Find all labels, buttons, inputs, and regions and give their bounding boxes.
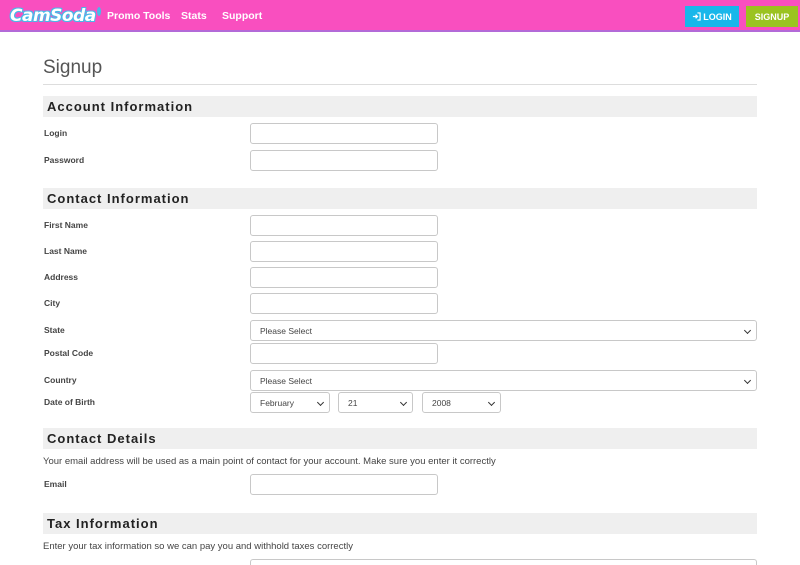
city-label: City	[44, 298, 61, 308]
nav-stats[interactable]: Stats	[181, 10, 207, 22]
dob-day-select[interactable]: 21	[338, 392, 413, 413]
dob-year-select[interactable]: 2008	[422, 392, 501, 413]
dob-year-value: 2008	[432, 397, 451, 408]
nav-promo-tools[interactable]: Promo Tools	[107, 10, 170, 22]
country-select-value: Please Select	[260, 375, 312, 386]
page-title: Signup	[43, 57, 103, 78]
camsoda-logo[interactable]: CamSoda	[10, 4, 101, 28]
email-input[interactable]	[250, 474, 438, 495]
last-name-label: Last Name	[44, 246, 87, 256]
first-name-input[interactable]	[250, 215, 438, 236]
login-button[interactable]: LOGIN	[685, 6, 739, 27]
section-title-tax: Tax Information	[47, 516, 159, 531]
logo-bubble-icon	[96, 6, 101, 16]
sign-in-icon	[693, 12, 701, 21]
address-label: Address	[44, 272, 79, 282]
last-name-input[interactable]	[250, 241, 438, 262]
nav-support[interactable]: Support	[222, 10, 262, 22]
section-contact-information: Contact Information	[43, 188, 757, 209]
signup-button-label: SIGNUP	[754, 11, 790, 22]
dob-month-value: February	[260, 397, 295, 408]
country-select[interactable]: Please Select	[250, 370, 757, 391]
email-label: Email	[44, 479, 67, 489]
section-tax-information: Tax Information	[43, 513, 757, 534]
logo-text: CamSoda	[10, 6, 96, 26]
tax-field-partial[interactable]	[250, 559, 757, 565]
state-select[interactable]: Please Select	[250, 320, 757, 341]
section-account-information: Account Information	[43, 96, 757, 117]
top-navbar: CamSoda Promo Tools Stats Support LOGIN …	[0, 0, 800, 32]
password-input[interactable]	[250, 150, 438, 171]
tax-information-note: Enter your tax information so we can pay…	[43, 541, 353, 552]
section-title-contact: Contact Information	[47, 191, 190, 206]
date-of-birth-label: Date of Birth	[44, 397, 95, 407]
dob-month-select[interactable]: February	[250, 392, 330, 413]
first-name-label: First Name	[44, 220, 88, 230]
state-select-value: Please Select	[260, 325, 312, 336]
postal-code-label: Postal Code	[44, 348, 94, 358]
section-contact-details: Contact Details	[43, 428, 757, 449]
section-title-details: Contact Details	[47, 431, 157, 446]
login-button-label: LOGIN	[703, 11, 732, 22]
section-title-account: Account Information	[47, 99, 194, 114]
contact-details-note: Your email address will be used as a mai…	[43, 456, 496, 467]
postal-code-input[interactable]	[250, 343, 438, 364]
chevron-down-icon	[743, 376, 752, 385]
dob-day-value: 21	[348, 397, 358, 408]
signup-button[interactable]: SIGNUP	[746, 6, 798, 27]
title-divider	[43, 84, 757, 85]
city-input[interactable]	[250, 293, 438, 314]
state-label: State	[44, 325, 65, 335]
chevron-down-icon	[743, 326, 752, 335]
password-label: Password	[44, 155, 85, 165]
login-label: Login	[44, 128, 68, 138]
chevron-down-icon	[399, 398, 408, 407]
login-input[interactable]	[250, 123, 438, 144]
chevron-down-icon	[487, 398, 496, 407]
chevron-down-icon	[316, 398, 325, 407]
country-label: Country	[44, 375, 77, 385]
address-input[interactable]	[250, 267, 438, 288]
